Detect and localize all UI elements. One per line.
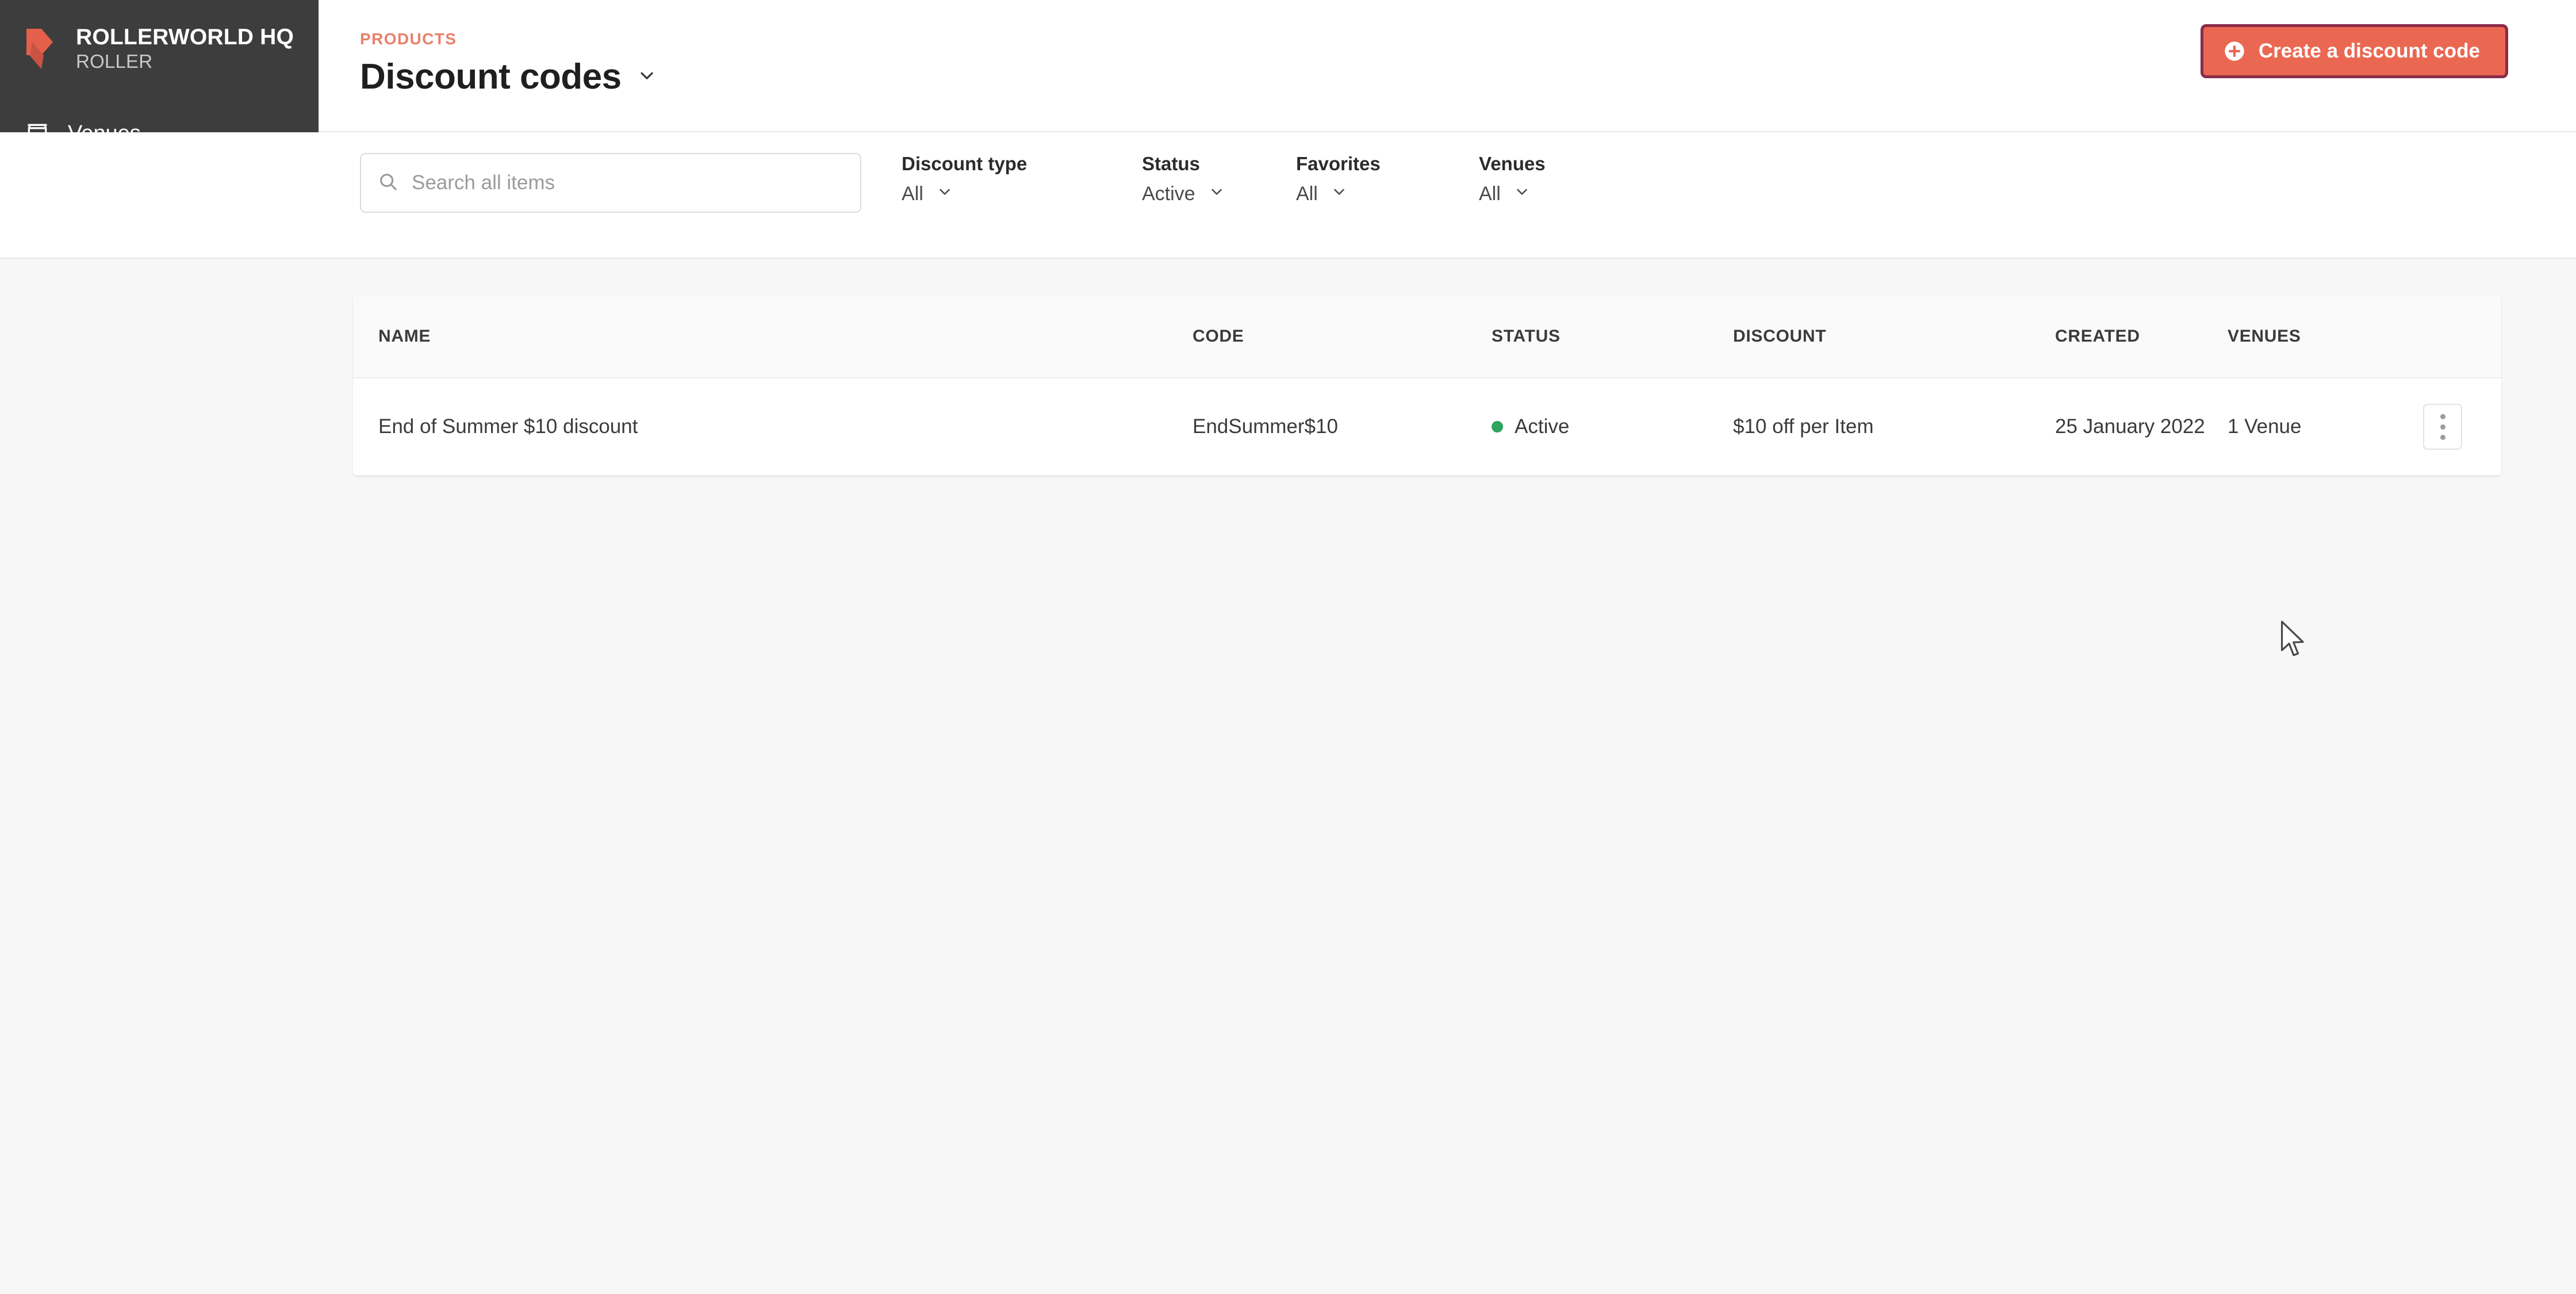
cell-code: EndSummer$10 [1193, 378, 1492, 476]
chevron-down-icon [1331, 183, 1348, 205]
table-body: End of Summer $10 discount EndSummer$10 … [353, 378, 2501, 476]
table-row[interactable]: End of Summer $10 discount EndSummer$10 … [353, 378, 2501, 476]
filter-venues[interactable]: Venues All [1479, 153, 1662, 205]
column-header-discount[interactable]: DISCOUNT [1733, 294, 2055, 378]
filter-favorites[interactable]: Favorites All [1296, 153, 1479, 205]
filter-discount-type-selected: All [902, 183, 923, 205]
cell-name[interactable]: End of Summer $10 discount [353, 378, 1193, 476]
status-badge: Active [1492, 415, 1733, 438]
create-discount-code-button[interactable]: Create a discount code [2200, 24, 2508, 78]
chevron-down-icon [1513, 183, 1531, 205]
filter-favorites-value[interactable]: All [1296, 183, 1479, 205]
filter-bar: Discount type All Status Active [0, 132, 2576, 259]
cell-actions [2417, 378, 2501, 476]
filter-status-selected: Active [1142, 183, 1195, 205]
page-title: Discount codes [360, 57, 622, 97]
page-title-dropdown[interactable]: Discount codes [360, 56, 657, 97]
filter-venues-selected: All [1479, 183, 1501, 205]
column-header-name[interactable]: NAME [353, 294, 1193, 378]
filter-venues-label: Venues [1479, 153, 1546, 174]
brand-header[interactable]: ROLLERWORLD HQ ROLLER [0, 0, 319, 98]
filter-status-label: Status [1142, 153, 1200, 174]
column-header-actions [2417, 294, 2501, 378]
search-icon [377, 171, 399, 196]
filter-discount-type[interactable]: Discount type All [902, 153, 1142, 205]
chevron-down-icon [936, 183, 953, 205]
filter-venues-value[interactable]: All [1479, 183, 1662, 205]
discount-codes-table-card: NAME CODE STATUS DISCOUNT CREATED VENUES… [353, 294, 2501, 476]
content-area: NAME CODE STATUS DISCOUNT CREATED VENUES… [0, 259, 2576, 1294]
breadcrumb-eyebrow: PRODUCTS [360, 30, 457, 48]
filter-favorites-selected: All [1296, 183, 1318, 205]
cell-status: Active [1492, 378, 1733, 476]
cell-discount: $10 off per Item [1733, 378, 2055, 476]
status-label: Active [1515, 415, 1570, 438]
page-header: PRODUCTS Discount codes Create a discoun… [319, 0, 2576, 132]
column-header-code[interactable]: CODE [1193, 294, 1492, 378]
discount-codes-table: NAME CODE STATUS DISCOUNT CREATED VENUES… [353, 294, 2501, 476]
column-header-status[interactable]: STATUS [1492, 294, 1733, 378]
chevron-down-icon [1208, 183, 1225, 205]
main-content: PRODUCTS Discount codes Create a discoun… [0, 0, 2576, 1294]
create-discount-code-button-label: Create a discount code [2258, 40, 2480, 62]
filter-discount-type-value[interactable]: All [902, 183, 1142, 205]
roller-chevron-logo-icon [24, 28, 61, 70]
row-actions-kebab-menu-icon[interactable] [2423, 404, 2462, 450]
column-header-created[interactable]: CREATED [2055, 294, 2228, 378]
table-header-row: NAME CODE STATUS DISCOUNT CREATED VENUES [353, 294, 2501, 378]
search-input[interactable] [412, 171, 844, 194]
plus-circle-icon [2223, 40, 2246, 63]
column-header-venues[interactable]: VENUES [2228, 294, 2417, 378]
brand-subtitle: ROLLER [76, 51, 153, 72]
status-dot-icon [1492, 421, 1503, 432]
kebab-dot [2440, 424, 2445, 430]
filter-status-value[interactable]: Active [1142, 183, 1296, 205]
filter-group: Discount type All Status Active Favorite… [902, 153, 1662, 205]
page-header-left: PRODUCTS Discount codes [360, 30, 657, 97]
filter-status[interactable]: Status Active [1142, 153, 1296, 205]
kebab-dot [2440, 434, 2445, 440]
kebab-dot [2440, 414, 2445, 419]
cell-venues: 1 Venue [2228, 378, 2417, 476]
search-input-wrapper[interactable] [360, 153, 861, 213]
brand-name: ROLLERWORLD HQ [76, 25, 294, 50]
app-root: ROLLERWORLD HQ ROLLER Venues [0, 0, 2576, 1294]
cell-created: 25 January 2022 [2055, 378, 2228, 476]
filter-favorites-label: Favorites [1296, 153, 1381, 174]
chevron-down-icon [637, 65, 657, 89]
filter-discount-type-label: Discount type [902, 153, 1028, 174]
table-head: NAME CODE STATUS DISCOUNT CREATED VENUES [353, 294, 2501, 378]
